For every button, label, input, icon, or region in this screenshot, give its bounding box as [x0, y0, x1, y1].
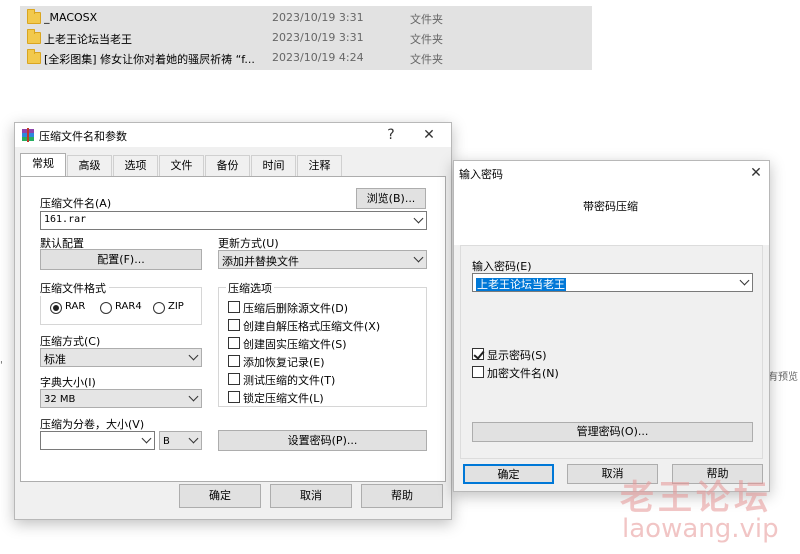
watermark-text: 老王论坛	[620, 478, 772, 518]
browse-button[interactable]: 浏览(B)...	[356, 188, 426, 209]
format-zip-radio[interactable]	[153, 302, 165, 314]
file-list: _MACOSX 2023/10/19 3:31 文件夹 上老王论坛当老王 202…	[20, 6, 592, 70]
split-size-input[interactable]	[40, 431, 155, 450]
tab-backup[interactable]: 备份	[205, 155, 250, 177]
title-bar: 输入密码 ✕	[454, 161, 769, 185]
test-checkbox[interactable]	[228, 373, 240, 385]
file-row[interactable]: 上老王论坛当老王 2023/10/19 3:31 文件夹	[20, 28, 592, 48]
file-date: 2023/10/19 4:24	[272, 51, 364, 64]
format-zip-label: ZIP	[168, 301, 184, 312]
dict-label: 字典大小(I)	[40, 376, 96, 389]
delete-after-label: 压缩后删除源文件(D)	[243, 302, 349, 315]
lock-checkbox[interactable]	[228, 391, 240, 403]
options-label: 压缩选项	[226, 280, 274, 296]
recovery-checkbox[interactable]	[228, 355, 240, 367]
archive-name-value: 161.rar	[44, 214, 87, 225]
file-type: 文件夹	[410, 53, 443, 66]
cancel-button[interactable]: 取消	[270, 484, 352, 508]
chevron-down-icon[interactable]	[141, 433, 152, 444]
show-password-checkbox[interactable]	[472, 348, 484, 360]
organize-passwords-button[interactable]: 管理密码(O)...	[472, 422, 753, 442]
file-name: 上老王论坛当老王	[44, 33, 132, 46]
dialog-title: 压缩文件名和参数	[39, 130, 127, 143]
method-select[interactable]: 标准	[40, 348, 202, 367]
chevron-down-icon	[188, 350, 199, 361]
split-label: 压缩为分卷，大小(V)	[40, 418, 145, 431]
tab-files[interactable]: 文件	[159, 155, 204, 177]
file-date: 2023/10/19 3:31	[272, 31, 364, 44]
title-bar: 压缩文件名和参数 ? ✕	[15, 123, 451, 147]
sfx-checkbox[interactable]	[228, 319, 240, 331]
archive-name-input[interactable]: 161.rar	[40, 211, 427, 230]
split-unit-value: B	[163, 436, 170, 447]
dict-value: 32 MB	[44, 394, 76, 405]
side-text-left: '	[0, 360, 3, 371]
file-row[interactable]: [全彩图集] 修女让你对着她的骚屄祈祷 “f... 2023/10/19 4:2…	[20, 48, 592, 68]
update-mode-value: 添加并替换文件	[222, 255, 299, 268]
solid-checkbox[interactable]	[228, 337, 240, 349]
set-password-button[interactable]: 设置密码(P)...	[218, 430, 427, 451]
lock-label: 锁定压缩文件(L)	[243, 392, 324, 405]
file-date: 2023/10/19 3:31	[272, 11, 364, 24]
encrypt-names-checkbox[interactable]	[472, 366, 484, 378]
ok-button[interactable]: 确定	[463, 464, 554, 484]
password-dialog: 输入密码 ✕ 带密码压缩 输入密码(E) 上老王论坛当老王 显示密码(S) 加密…	[453, 160, 770, 492]
update-mode-select[interactable]: 添加并替换文件	[218, 250, 427, 269]
password-label: 输入密码(E)	[472, 260, 532, 273]
format-rar-label: RAR	[65, 301, 86, 312]
header-area: 带密码压缩	[454, 185, 769, 245]
delete-after-checkbox[interactable]	[228, 301, 240, 313]
chevron-down-icon	[413, 252, 424, 263]
help-button[interactable]: 帮助	[361, 484, 443, 508]
tab-options[interactable]: 选项	[113, 155, 158, 177]
method-label: 压缩方式(C)	[40, 335, 101, 348]
archive-dialog: 压缩文件名和参数 ? ✕ 常规 高级 选项 文件 备份 时间 注释 压缩文件名(…	[14, 122, 452, 520]
watermark-url: laowang.vip	[622, 514, 779, 544]
password-input[interactable]: 上老王论坛当老王	[472, 273, 753, 292]
chevron-down-icon[interactable]	[739, 275, 750, 286]
update-mode-label: 更新方式(U)	[218, 237, 279, 250]
close-button[interactable]: ✕	[746, 163, 766, 183]
file-type: 文件夹	[410, 33, 443, 46]
format-label: 压缩文件格式	[40, 280, 109, 296]
file-name: _MACOSX	[44, 11, 98, 24]
side-text-right: 有预览	[768, 372, 798, 383]
folder-icon	[27, 9, 41, 24]
format-rar4-radio[interactable]	[100, 302, 112, 314]
tab-advanced[interactable]: 高级	[67, 155, 112, 177]
dialog-heading: 带密码压缩	[583, 200, 638, 213]
dict-select[interactable]: 32 MB	[40, 389, 202, 408]
sfx-label: 创建自解压格式压缩文件(X)	[243, 320, 381, 333]
split-unit-select[interactable]: B	[159, 431, 202, 450]
encrypt-names-label: 加密文件名(N)	[487, 367, 559, 380]
format-rar-radio[interactable]	[50, 302, 62, 314]
file-name: [全彩图集] 修女让你对着她的骚屄祈祷 “f...	[44, 53, 255, 66]
tab-general[interactable]: 常规	[20, 153, 66, 177]
folder-icon	[27, 49, 41, 64]
dialog-title: 输入密码	[459, 168, 503, 181]
file-row[interactable]: _MACOSX 2023/10/19 3:31 文件夹	[20, 8, 592, 28]
ok-button[interactable]: 确定	[179, 484, 261, 508]
test-label: 测试压缩的文件(T)	[243, 374, 336, 387]
format-rar4-label: RAR4	[115, 301, 142, 312]
show-password-label: 显示密码(S)	[487, 349, 547, 362]
method-value: 标准	[44, 353, 66, 366]
chevron-down-icon	[188, 391, 199, 402]
help-icon[interactable]: ?	[381, 125, 401, 145]
profiles-button[interactable]: 配置(F)...	[40, 249, 202, 270]
close-button[interactable]: ✕	[419, 125, 439, 145]
chevron-down-icon[interactable]	[413, 213, 424, 224]
winrar-icon	[22, 128, 34, 142]
tab-comment[interactable]: 注释	[297, 155, 342, 177]
password-value: 上老王论坛当老王	[476, 278, 566, 291]
chevron-down-icon	[188, 433, 199, 444]
recovery-label: 添加恢复记录(E)	[243, 356, 325, 369]
folder-icon	[27, 29, 41, 44]
archive-name-label: 压缩文件名(A)	[40, 197, 112, 210]
tab-time[interactable]: 时间	[251, 155, 296, 177]
solid-label: 创建固实压缩文件(S)	[243, 338, 347, 351]
file-type: 文件夹	[410, 13, 443, 26]
